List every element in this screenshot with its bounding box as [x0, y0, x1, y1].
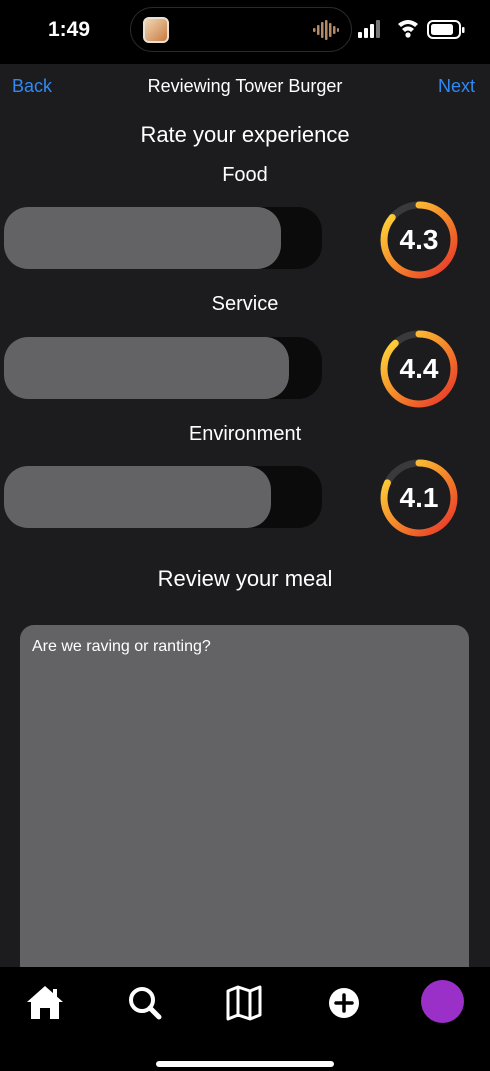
review-heading: Review your meal: [157, 566, 333, 591]
map-tab[interactable]: [222, 981, 266, 1025]
slider-fill: [4, 337, 289, 399]
category-label-environment: Environment: [188, 423, 302, 445]
home-indicator: [156, 1061, 334, 1067]
audio-waveform-icon: [313, 20, 339, 40]
environment-score-value: 4.1: [399, 482, 439, 513]
profile-avatar[interactable]: [421, 980, 464, 1023]
food-rating-slider[interactable]: [4, 207, 322, 269]
environment-score-ring: 4.1: [377, 456, 461, 540]
home-tab[interactable]: [23, 981, 67, 1025]
category-label-food: Food: [222, 164, 268, 186]
now-playing-artwork-icon: [143, 17, 169, 43]
search-icon: [129, 987, 162, 1020]
food-score-value: 4.3: [399, 224, 439, 255]
slider-fill: [4, 466, 271, 528]
status-time: 1:49: [48, 18, 91, 41]
service-score-ring: 4.4: [377, 327, 461, 411]
search-tab[interactable]: [123, 981, 167, 1025]
rating-heading: Rate your experience: [140, 122, 350, 147]
next-button[interactable]: Next: [438, 76, 475, 97]
add-tab[interactable]: [322, 981, 366, 1025]
add-icon: [329, 988, 359, 1018]
system-status-icons: [358, 20, 465, 39]
tab-bar: [0, 967, 490, 1071]
status-bar: 1:49: [0, 0, 490, 64]
page-title: Reviewing Tower Burger: [147, 76, 343, 96]
review-text-area[interactable]: [20, 625, 469, 985]
wifi-icon: [398, 20, 418, 38]
review-input[interactable]: [20, 625, 469, 985]
environment-rating-slider[interactable]: [4, 466, 322, 528]
map-icon: [226, 985, 262, 1021]
slider-fill: [4, 207, 281, 269]
service-rating-slider[interactable]: [4, 337, 322, 399]
category-label-service: Service: [211, 293, 279, 315]
cellular-signal-icon: [358, 20, 380, 38]
navigation-bar: Back Reviewing Tower Burger Next: [0, 64, 490, 108]
battery-icon: [427, 20, 465, 39]
food-score-ring: 4.3: [377, 198, 461, 282]
home-icon: [27, 986, 63, 1019]
service-score-value: 4.4: [399, 353, 439, 384]
dynamic-island[interactable]: [130, 7, 352, 52]
